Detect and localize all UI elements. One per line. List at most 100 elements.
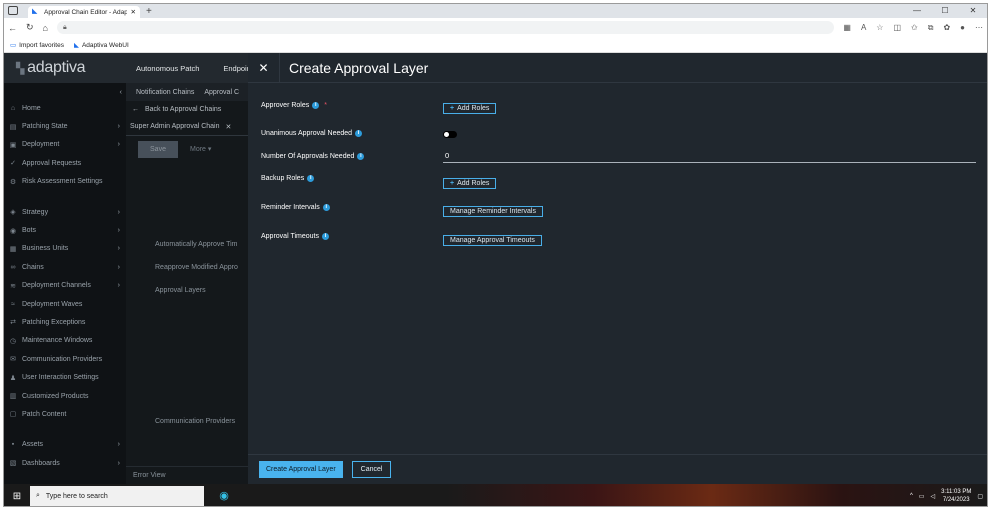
sidebar-item-label: Deployment Channels [22,282,91,290]
label-text: Number Of Approvals Needed [261,153,355,160]
add-backup-roles-button[interactable]: + Add Roles [443,178,497,189]
create-approval-layer-button[interactable]: Create Approval Layer [259,461,343,478]
sidebar-item-patch-content[interactable]: ▢ Patch Content [4,405,126,423]
collections-icon[interactable]: ⧉ [928,23,934,33]
browser-tab[interactable]: ◣ Approval Chain Editor - Adaptiv ✕ [28,6,140,18]
clock-icon: ◷ [9,337,17,345]
close-panel-icon[interactable]: ✕ [248,52,280,83]
info-icon[interactable]: i [357,153,365,160]
sidebar-item-maintenance-windows[interactable]: ◷ Maintenance Windows [4,332,126,350]
info-icon[interactable]: i [312,102,320,109]
sidebar: ‹ ⌂ Home ▤ Patching State › ▣ Deployment › ✓ Appr… [4,83,126,484]
channel-icon: ≋ [10,282,16,290]
save-button[interactable]: Save [138,140,178,158]
collapse-sidebar-icon[interactable]: ‹ [4,83,126,99]
profile-avatar-icon[interactable]: ● [960,23,965,33]
extensions-icon[interactable]: ✿ [943,23,950,33]
sidebar-item-user-interaction-settings[interactable]: ♟ User Interaction Settings [4,368,126,386]
sidebar-item-communication-providers[interactable]: ✉ Communication Providers [4,350,126,368]
tray-chevron-icon[interactable]: ^ [910,493,913,499]
volume-icon[interactable]: ◁ [930,493,935,500]
sidebar-item-approval-requests[interactable]: ✓ Approval Requests [4,154,126,172]
favorite-star-icon[interactable]: ☆ [876,23,883,33]
chevron-right-icon: › [117,245,120,253]
tab-close-icon[interactable]: ✕ [131,8,136,16]
chevron-right-icon: › [117,141,120,149]
nav-tab-autonomous-patch[interactable]: Autonomous Patch [124,64,211,73]
sidebar-item-deployment-channels[interactable]: ≋ Deployment Channels › [4,277,126,295]
sidebar-item-patching-exceptions[interactable]: ⇄ Patching Exceptions [4,313,126,331]
action-row: Save More ▾ [126,136,252,162]
clock[interactable]: 3:11:03 PM 7/24/2023 [941,488,971,504]
edge-taskbar-icon[interactable]: ◉ [212,484,236,506]
sidebar-item-label: Assets [22,441,44,449]
chain-tab[interactable]: Super Admin Approval Chain ✕ [126,118,252,136]
favorite-adaptiva-webui[interactable]: ◣ Adaptiva WebUI [74,41,129,49]
chart-icon: ▤ [9,123,17,131]
manage-approval-timeouts-button[interactable]: Manage Approval Timeouts [443,235,542,246]
sidebar-item-customized-products[interactable]: ▥ Customized Products [4,387,126,405]
add-approver-roles-button[interactable]: + Add Roles [443,103,497,114]
info-icon[interactable]: i [355,130,363,137]
field-reapprove-label: Reapprove Modified Appro [155,264,238,271]
main-content: Notification Chains Approval C ← Back to… [126,83,252,484]
sidebar-item-label: User Interaction Settings [22,374,99,382]
sidebar-item-bots[interactable]: ◉ Bots › [4,221,126,239]
home-icon[interactable]: ⌂ [43,23,48,33]
info-icon[interactable]: i [307,175,315,182]
address-input[interactable]: 🔒︎ [56,21,835,34]
windows-start-icon[interactable]: ⊞ [4,484,30,506]
notifications-icon[interactable]: ▢ [977,493,983,500]
number-of-approvals-input[interactable]: 0 [443,151,976,163]
sidebar-item-patching-state[interactable]: ▤ Patching State › [4,117,126,135]
home-icon: ⌂ [10,104,16,112]
users-icon: ♟ [9,374,17,382]
new-tab-button[interactable]: + [146,6,152,18]
gear-icon: ⚙ [9,178,17,186]
maximize-button[interactable]: ☐ [931,4,959,18]
favorite-import[interactable]: ▭ Import favorites [10,41,64,49]
sidebar-item-dashboards[interactable]: ▧ Dashboards › [4,454,126,472]
error-view[interactable]: Error View [126,466,252,484]
cancel-button[interactable]: Cancel [351,461,392,478]
clock-time: 3:11:03 PM [941,489,972,495]
unanimous-toggle[interactable] [443,131,457,138]
app-available-icon[interactable]: ▦ [843,23,851,33]
network-icon[interactable]: ▭ [919,493,925,500]
screen: ◣ Approval Chain Editor - Adaptiv ✕ + — … [3,3,988,507]
sidebar-item-label: Bots [22,227,37,235]
sidebar-item-home[interactable]: ⌂ Home [4,99,126,117]
sidebar-item-label: Deployment [22,141,60,149]
close-icon[interactable]: ✕ [226,123,232,131]
read-aloud-icon[interactable]: A [861,23,866,33]
sidebar-item-deployment[interactable]: ▣ Deployment › [4,136,126,154]
settings-menu-icon[interactable]: ⋯ [975,23,983,33]
sidebar-item-risk-assessment-settings[interactable]: ⚙ Risk Assessment Settings [4,173,126,191]
workspaces-icon[interactable] [8,6,18,15]
tab-notification-chains[interactable]: Notification Chains [136,89,194,96]
taskbar-search-input[interactable]: ⌕ Type here to search [30,486,204,506]
split-screen-icon[interactable]: ◫ [893,23,901,33]
logo-text: adaptiva [27,59,86,76]
back-arrow-icon[interactable]: ← [8,23,17,33]
refresh-icon[interactable]: ↻ [26,22,34,33]
sidebar-item-label: Communication Providers [22,355,103,363]
favorites-icon[interactable]: ✩ [911,23,918,33]
info-icon[interactable]: i [322,204,330,211]
tab-approval-chains[interactable]: Approval C [204,89,239,96]
sidebar-item-deployment-waves[interactable]: ≈ Deployment Waves [4,295,126,313]
sidebar-item-assets[interactable]: ▪ Assets › [4,436,126,454]
backup-roles-label: Backup Roles i [261,175,315,182]
back-link[interactable]: ← Back to Approval Chains [126,101,252,118]
sidebar-item-strategy[interactable]: ◈ Strategy › [4,203,126,221]
sidebar-item-chains[interactable]: ∞ Chains › [4,258,126,276]
close-window-button[interactable]: ✕ [959,4,987,18]
minimize-button[interactable]: — [903,4,931,18]
manage-reminder-intervals-button[interactable]: Manage Reminder Intervals [443,206,543,217]
more-button[interactable]: More ▾ [190,145,211,153]
info-icon[interactable]: i [321,233,329,240]
sidebar-item-label: Chains [22,263,44,271]
adaptiva-logo: ▚ adaptiva [4,59,124,77]
sidebar-item-business-units[interactable]: ▦ Business Units › [4,240,126,258]
